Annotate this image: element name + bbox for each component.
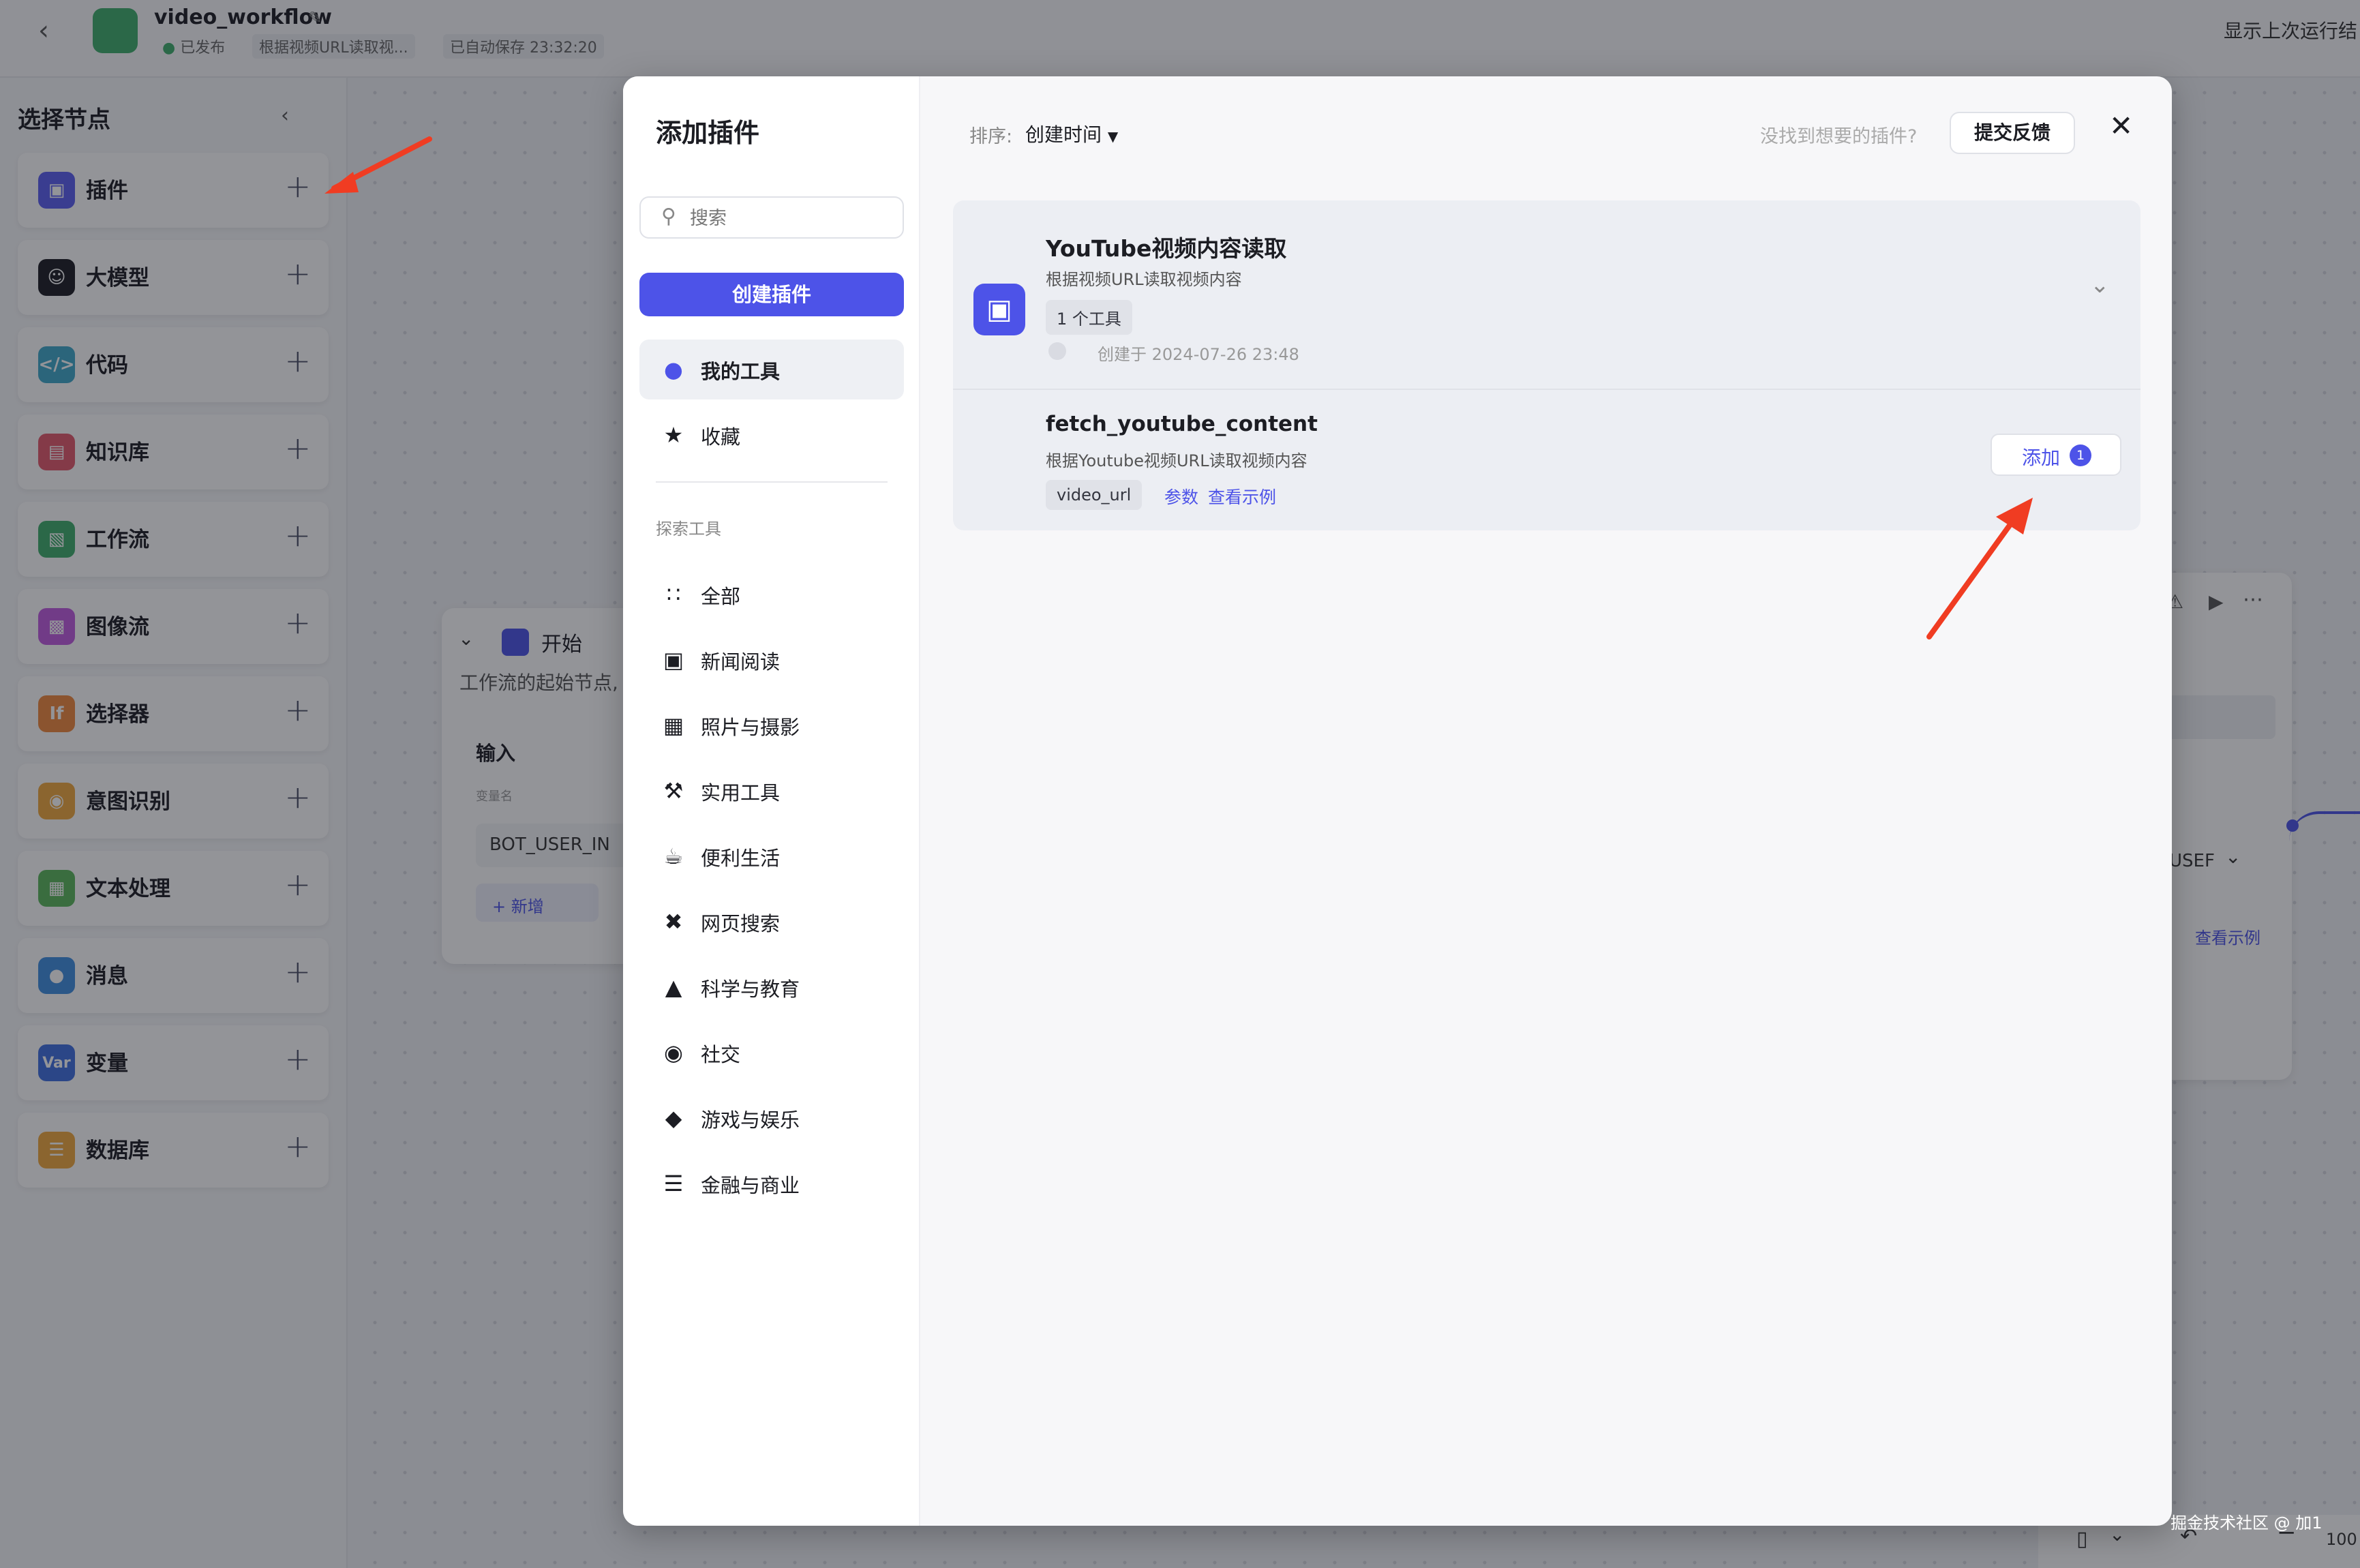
caret-down-icon: ▼ — [1107, 128, 1119, 145]
create-plugin-button[interactable]: 创建插件 — [639, 273, 904, 316]
category-photo[interactable]: ▦ 照片与摄影 — [639, 695, 904, 755]
creator-avatar — [1048, 342, 1066, 360]
photo-icon: ▦ — [663, 712, 684, 738]
user-icon: ● — [664, 357, 683, 382]
annotation-arrow-add — [1926, 498, 2033, 639]
plugin-card[interactable]: ▣ YouTube视频内容读取 根据视频URL读取视频内容 1 个工具 创建于 … — [953, 200, 2140, 530]
category-education[interactable]: ▲ 科学与教育 — [639, 957, 904, 1017]
feedback-question: 没找到想要的插件? — [1760, 126, 1918, 147]
category-finance[interactable]: ☰ 金融与商业 — [639, 1154, 904, 1213]
wrench-icon: ⚒ — [663, 778, 684, 804]
watermark: 掘金技术社区 @ 加1 — [2170, 1513, 2323, 1533]
star-icon: ★ — [663, 422, 684, 448]
chevron-down-icon[interactable]: ⌄ — [2090, 271, 2110, 299]
nav-favorites[interactable]: ★ 收藏 — [639, 405, 904, 465]
search-icon: ⚲ — [661, 205, 676, 228]
modal-sidebar: 添加插件 ⚲ 创建插件 ● 我的工具 ★ 收藏 探索工具 ∷ 全部 ▣ 新闻阅读… — [623, 76, 920, 1526]
add-tool-button[interactable]: 添加 1 — [1991, 434, 2121, 476]
category-utilities[interactable]: ⚒ 实用工具 — [639, 761, 904, 821]
tool-name: fetch_youtube_content — [1046, 412, 1318, 436]
tool-description: 根据Youtube视频URL读取视频内容 — [1046, 451, 1307, 470]
network-icon: ✖ — [664, 909, 683, 935]
plugin-icon: ▣ — [973, 284, 1025, 335]
view-example-link[interactable]: 查看示例 — [1208, 484, 1276, 509]
explore-title: 探索工具 — [656, 519, 721, 539]
category-social[interactable]: ◉ 社交 — [639, 1023, 904, 1083]
nav-my-tools[interactable]: ● 我的工具 — [639, 340, 904, 399]
category-all[interactable]: ∷ 全部 — [639, 564, 904, 624]
card-divider — [953, 389, 2140, 390]
params-link[interactable]: 参数 — [1164, 484, 1198, 509]
sort-label: 排序: — [969, 126, 1013, 147]
chat-icon: ◉ — [664, 1040, 683, 1066]
plugin-description: 根据视频URL读取视频内容 — [1046, 270, 1242, 289]
sort-dropdown[interactable]: 创建时间 ▼ — [1025, 120, 1118, 147]
modal-title: 添加插件 — [656, 118, 760, 148]
category-games[interactable]: ◆ 游戏与娱乐 — [639, 1088, 904, 1148]
category-life[interactable]: ☕ 便利生活 — [639, 826, 904, 886]
coins-icon: ☰ — [663, 1171, 684, 1196]
category-web-search[interactable]: ✖ 网页搜索 — [639, 892, 904, 952]
annotation-arrow-sidebar — [324, 136, 432, 194]
param-tag: video_url — [1046, 480, 1143, 510]
graduation-cap-icon: ▲ — [665, 974, 682, 1000]
gamepad-icon: ◆ — [665, 1105, 682, 1131]
tool-count-badge: 1 个工具 — [1046, 300, 1132, 335]
plugin-created: 创建于 2024-07-26 23:48 — [1098, 345, 1299, 364]
book-icon: ▣ — [663, 647, 684, 673]
search-input[interactable] — [690, 206, 888, 230]
grid-icon: ∷ — [666, 582, 681, 607]
add-plugin-modal: 添加插件 ⚲ 创建插件 ● 我的工具 ★ 收藏 探索工具 ∷ 全部 ▣ 新闻阅读… — [623, 76, 2172, 1526]
cup-icon: ☕ — [663, 843, 684, 869]
close-icon[interactable]: ✕ — [2109, 109, 2133, 142]
feedback-button[interactable]: 提交反馈 — [1950, 112, 2075, 154]
plugin-name: YouTube视频内容读取 — [1046, 235, 1287, 262]
divider — [656, 481, 888, 483]
category-news[interactable]: ▣ 新闻阅读 — [639, 630, 904, 690]
search-box[interactable]: ⚲ — [639, 196, 904, 239]
add-count-badge: 1 — [2070, 444, 2091, 466]
